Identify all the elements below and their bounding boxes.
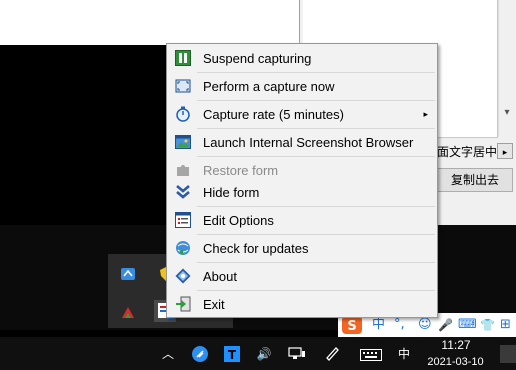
menu-item-label: Exit [203, 297, 225, 312]
menu-item-exit[interactable]: Exit [168, 291, 436, 318]
menu-item-check-updates[interactable]: Check for updates [168, 235, 436, 262]
chevron-double-down-icon [175, 184, 191, 200]
menu-item-label: Edit Options [203, 213, 274, 228]
submenu-arrow-icon: ▸ [423, 109, 428, 119]
svg-text:T: T [228, 348, 237, 362]
menu-item-perform-capture[interactable]: Perform a capture now [168, 73, 436, 100]
options-list-icon [175, 212, 191, 228]
menu-item-suspend-capturing[interactable]: Suspend capturing [168, 45, 436, 72]
stopwatch-icon [175, 106, 191, 122]
clock-time[interactable]: 11:27 [437, 338, 475, 353]
menu-item-label: Check for updates [203, 241, 309, 256]
ime-emoji-icon[interactable]: ☺ [418, 316, 432, 334]
menu-item-label: Suspend capturing [203, 51, 312, 66]
puzzle-icon [175, 162, 191, 178]
menu-item-hide-form[interactable]: Hide form [168, 179, 436, 206]
show-hidden-icons-chevron-icon[interactable]: ︿ [160, 345, 176, 363]
notification-center-icon[interactable] [500, 345, 516, 363]
menu-item-edit-options[interactable]: Edit Options [168, 207, 436, 234]
feather-app-tray-icon[interactable] [192, 346, 208, 362]
globe-update-icon [175, 240, 191, 256]
screenshot-browser-icon [175, 134, 191, 150]
menu-item-label: Hide form [203, 185, 260, 200]
tray-context-menu: Suspend capturing Perform a capture now … [166, 43, 438, 318]
ime-voice-icon[interactable]: 🎤 [438, 316, 453, 334]
network-tray-icon[interactable] [120, 266, 136, 282]
pause-icon [175, 50, 191, 66]
menu-item-about[interactable]: About [168, 263, 436, 290]
menu-item-label: Capture rate (5 minutes) [203, 107, 344, 122]
ime-toolbox-icon[interactable]: ⊞ [500, 316, 511, 334]
ime-punctuation[interactable]: °, [394, 316, 405, 334]
menu-item-label: Launch Internal Screenshot Browser [203, 135, 414, 150]
about-diamond-icon [175, 268, 191, 284]
network-monitor-icon[interactable] [288, 347, 306, 361]
volume-icon[interactable]: 🔊 [254, 345, 274, 363]
sogou-logo-icon[interactable]: S [342, 316, 362, 334]
background-window-left [0, 0, 300, 45]
scroll-down-arrow-icon[interactable]: ▾ [498, 104, 516, 122]
ime-keyboard-icon[interactable]: ⌨ [458, 316, 477, 334]
svg-text:S: S [347, 319, 356, 334]
pen-icon[interactable] [324, 345, 340, 361]
t-app-tray-icon[interactable]: T [224, 346, 240, 362]
clock-date[interactable]: 2021-03-10 [418, 355, 493, 370]
ime-chinese-mode[interactable]: 中 [372, 316, 385, 334]
menu-item-label: Perform a capture now [203, 79, 335, 94]
menu-item-launch-browser[interactable]: Launch Internal Screenshot Browser [168, 129, 436, 156]
align-dropdown-arrow-icon[interactable]: ▸ [497, 143, 513, 159]
ime-skin-icon[interactable]: 👕 [480, 316, 495, 334]
red-triangle-tray-icon[interactable] [120, 304, 136, 320]
menu-item-label: About [203, 269, 237, 284]
touch-keyboard-icon[interactable] [360, 348, 382, 361]
input-method-indicator[interactable]: 中 [396, 345, 412, 363]
capture-frame-icon [175, 78, 191, 94]
exit-door-icon [175, 296, 191, 312]
menu-item-capture-rate[interactable]: Capture rate (5 minutes) ▸ [168, 101, 436, 128]
copy-out-button[interactable]: 复制出去 [437, 168, 513, 192]
